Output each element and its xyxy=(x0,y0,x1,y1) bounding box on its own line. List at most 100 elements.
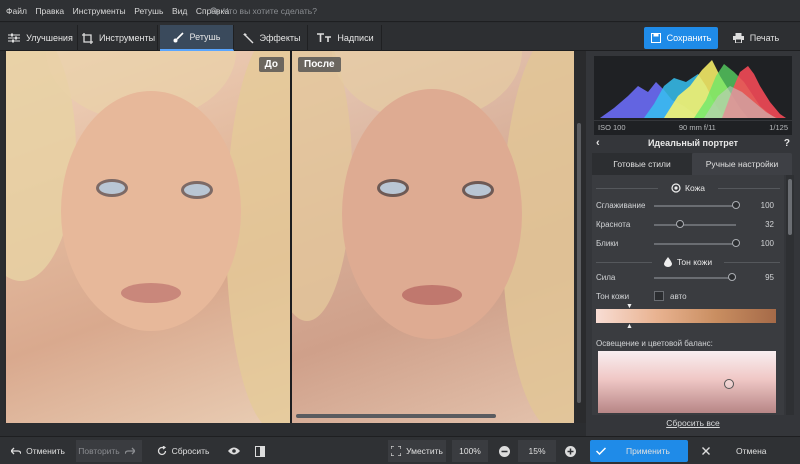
zoom-100-button[interactable]: 100% xyxy=(452,440,488,462)
slider-value: 95 xyxy=(765,273,774,282)
undo-button[interactable]: Отменить xyxy=(6,440,70,462)
tab-presets[interactable]: Готовые стили xyxy=(592,153,692,175)
reset-icon xyxy=(157,446,166,456)
check-icon xyxy=(596,447,606,455)
reset-all-link[interactable]: Сбросить все xyxy=(586,418,800,428)
slider-label: Краснота xyxy=(596,220,631,229)
auto-checkbox[interactable] xyxy=(654,291,664,301)
slider-label: Сглаживание xyxy=(596,201,646,210)
slider-knob[interactable] xyxy=(727,273,736,281)
scrollbar-thumb[interactable] xyxy=(296,414,496,418)
search-placeholder: Что вы хотите сделать? xyxy=(223,6,317,16)
tab-label: Улучшения xyxy=(26,33,73,43)
tone-section-header: Тон кожи xyxy=(592,255,784,269)
tab-enhancements[interactable]: Улучшения xyxy=(4,25,78,51)
slider-track[interactable] xyxy=(654,243,736,245)
tab-text[interactable]: Надписи xyxy=(310,25,382,51)
canvas-vertical-scrollbar[interactable] xyxy=(574,51,584,423)
preview-toggle[interactable] xyxy=(224,440,244,462)
bottom-bar: Отменить Повторить Сбросить Уместить 100… xyxy=(0,436,800,464)
slider-track[interactable] xyxy=(654,224,736,226)
apply-label: Применить xyxy=(626,446,670,456)
cancel-button[interactable]: Отмена xyxy=(692,440,800,462)
apply-button[interactable]: Применить xyxy=(590,440,688,462)
print-label: Печать xyxy=(749,33,780,43)
tab-manual-settings[interactable]: Ручные настройки xyxy=(692,153,792,175)
skin-icon xyxy=(671,183,681,193)
brush-icon xyxy=(173,31,184,42)
cancel-label: Отмена xyxy=(736,446,767,456)
minus-circle-icon xyxy=(498,445,510,457)
fit-icon xyxy=(391,446,402,456)
slider-knob[interactable] xyxy=(676,220,685,228)
compare-toggle[interactable] xyxy=(250,440,270,462)
menu-tools[interactable]: Инструменты xyxy=(70,0,129,22)
slider-strength[interactable]: Сила 95 xyxy=(596,271,782,285)
menu-file[interactable]: Файл xyxy=(3,0,30,22)
section-label: Тон кожи xyxy=(676,257,713,267)
skin-tone-gradient[interactable] xyxy=(596,309,776,323)
text-icon xyxy=(317,33,332,42)
search-box[interactable]: Что вы хотите сделать? xyxy=(210,4,317,18)
exif-info: ISO 100 90 mm f/11 1/125 xyxy=(594,121,792,135)
menu-retouch[interactable]: Ретушь xyxy=(131,0,166,22)
fit-label: Уместить xyxy=(406,446,443,456)
reset-button[interactable]: Сбросить xyxy=(148,440,218,462)
slider-label: Сила xyxy=(596,273,616,282)
color-balance-picker[interactable] xyxy=(598,351,776,413)
floppy-icon xyxy=(650,33,661,43)
tone-marker-bottom[interactable]: ▲ xyxy=(626,323,633,330)
zoom-out-button[interactable] xyxy=(494,440,514,462)
canvas-horizontal-scrollbar[interactable] xyxy=(6,412,572,420)
zoom-in-button[interactable] xyxy=(560,440,580,462)
print-button[interactable]: Печать xyxy=(722,27,790,49)
tab-label: Инструменты xyxy=(98,33,156,43)
back-arrow-icon[interactable]: ‹ xyxy=(596,137,600,149)
slider-knob[interactable] xyxy=(732,201,740,209)
panel-tabs: Готовые стили Ручные настройки xyxy=(592,153,792,175)
search-icon xyxy=(210,6,219,16)
tab-label: Надписи xyxy=(337,33,374,43)
save-button[interactable]: Сохранить xyxy=(644,27,718,49)
menu-edit[interactable]: Правка xyxy=(32,0,67,22)
panel-scrollbar[interactable] xyxy=(786,175,794,415)
magic-wand-icon xyxy=(243,32,254,43)
image-canvas[interactable]: До После xyxy=(4,51,586,423)
redo-button[interactable]: Повторить xyxy=(76,440,142,462)
help-icon[interactable]: ? xyxy=(784,138,790,149)
tab-effects[interactable]: Эффекты xyxy=(236,25,308,51)
skin-tone-row: Тон кожи авто xyxy=(596,290,782,304)
menu-view[interactable]: Вид xyxy=(169,0,190,22)
scrollbar-thumb[interactable] xyxy=(577,123,581,403)
slider-smoothing[interactable]: Сглаживание 100 xyxy=(596,199,782,213)
after-photo: После xyxy=(292,51,574,423)
skin-section-header: Кожа xyxy=(592,181,784,195)
shutter-value: 1/125 xyxy=(769,123,788,132)
plus-circle-icon xyxy=(564,445,576,457)
panel-title: Идеальный портрет xyxy=(647,138,739,148)
balance-handle[interactable] xyxy=(724,379,734,389)
redo-icon xyxy=(124,447,135,455)
slider-redness[interactable]: Краснота 32 xyxy=(596,218,782,232)
menu-bar: Файл Правка Инструменты Ретушь Вид Справ… xyxy=(0,0,800,22)
tab-retouch[interactable]: Ретушь xyxy=(160,25,234,51)
zoom-value[interactable]: 15% xyxy=(518,440,556,462)
slider-highlights[interactable]: Блики 100 xyxy=(596,237,782,251)
before-label: До xyxy=(258,57,284,72)
slider-track[interactable] xyxy=(654,205,736,207)
slider-value: 32 xyxy=(765,220,774,229)
section-label: Кожа xyxy=(685,183,705,193)
slider-value: 100 xyxy=(760,239,774,248)
undo-icon xyxy=(11,447,22,455)
compare-icon xyxy=(255,445,265,457)
tab-tools[interactable]: Инструменты xyxy=(80,25,158,51)
drop-icon xyxy=(663,257,672,267)
slider-knob[interactable] xyxy=(732,239,740,247)
skin-tone-label: Тон кожи xyxy=(596,292,630,301)
fit-button[interactable]: Уместить xyxy=(388,440,446,462)
scrollbar-thumb[interactable] xyxy=(788,179,792,235)
before-photo: До xyxy=(6,51,290,423)
save-label: Сохранить xyxy=(666,33,712,43)
printer-icon xyxy=(732,33,744,43)
slider-track[interactable] xyxy=(654,277,736,279)
